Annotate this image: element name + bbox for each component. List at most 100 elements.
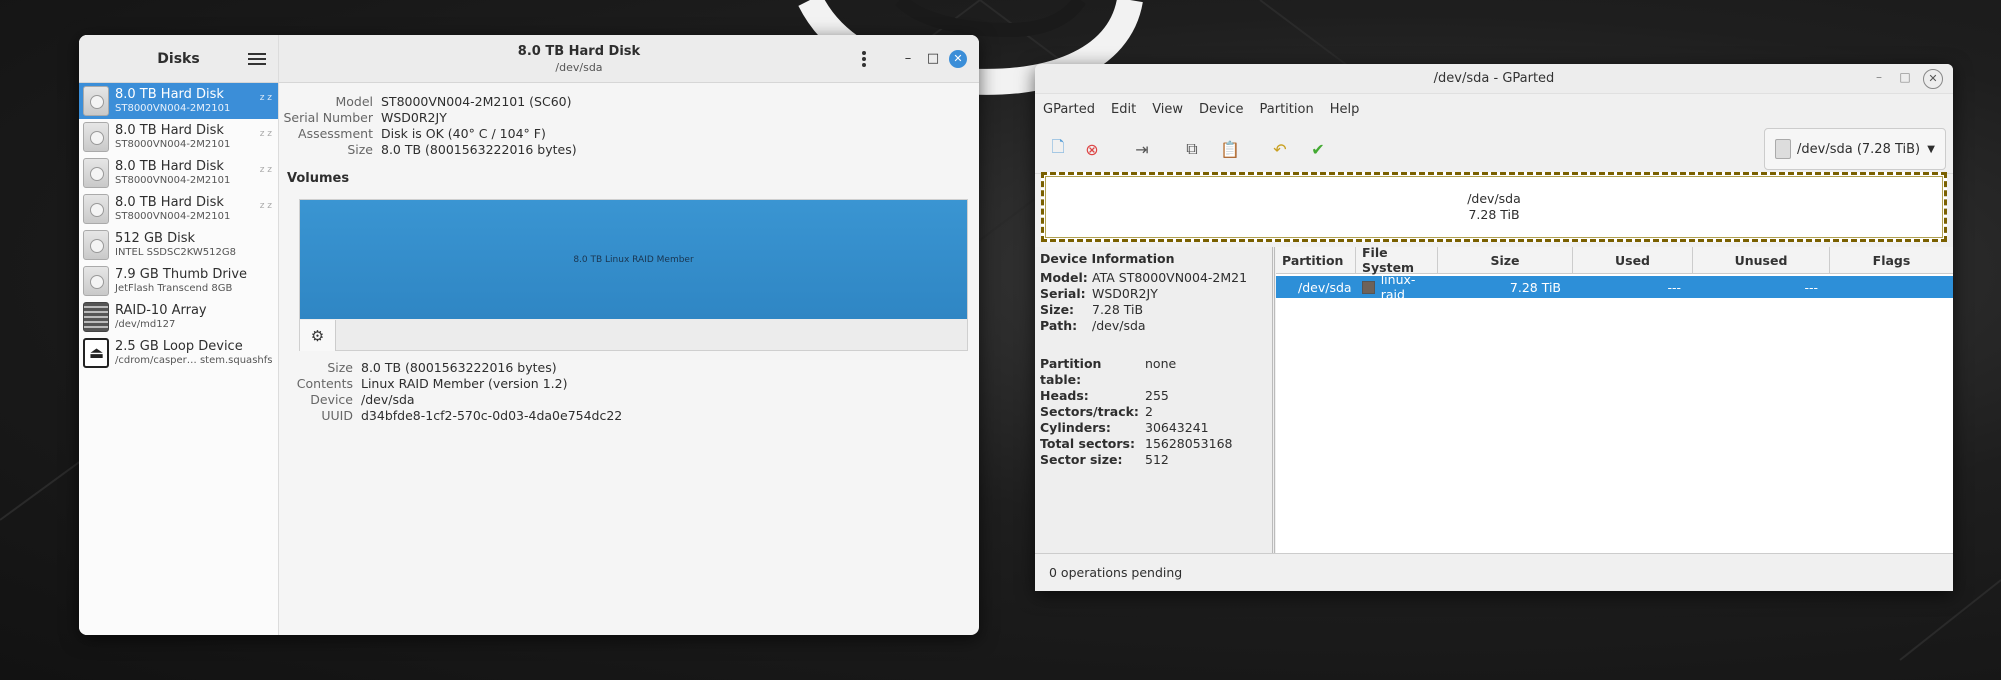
paste-icon[interactable]: 📋: [1219, 138, 1241, 160]
col-partition[interactable]: Partition: [1276, 247, 1356, 273]
drive-details-pane: 8.0 TB Hard Disk /dev/sda – □ ✕ Model ST8…: [279, 35, 979, 635]
drive-model: ST8000VN004-2M2101: [115, 102, 231, 114]
drive-item[interactable]: 7.9 GB Thumb Drive JetFlash Transcend 8GB: [79, 263, 278, 299]
drive-item[interactable]: 512 GB Disk INTEL SSDSC2KW512G8: [79, 227, 278, 263]
info-value: ATA ST8000VN004-2M21: [1092, 270, 1248, 285]
resize-move-icon[interactable]: ⇥: [1131, 138, 1153, 160]
prop-value: ST8000VN004-2M2101 (SC60): [381, 94, 572, 109]
status-bar: 0 operations pending: [1035, 553, 1953, 591]
table-row[interactable]: /dev/sda linux-raid 7.28 TiB --- ---: [1276, 272, 1953, 302]
drive-menu-icon[interactable]: [859, 49, 869, 69]
delete-icon[interactable]: ⊗: [1081, 138, 1103, 160]
prop-value: Linux RAID Member (version 1.2): [361, 376, 568, 391]
maximize-button[interactable]: □: [1897, 70, 1913, 84]
info-label: Model:: [1040, 270, 1088, 285]
info-label: Size:: [1040, 302, 1075, 317]
minimize-button[interactable]: –: [899, 50, 917, 68]
eject-icon: [83, 338, 109, 368]
info-value: 255: [1145, 388, 1169, 403]
close-button[interactable]: ✕: [949, 50, 967, 68]
col-size[interactable]: Size: [1438, 247, 1573, 273]
drive-name: 8.0 TB Hard Disk: [115, 87, 224, 103]
drive-path: /dev/sda: [555, 61, 603, 74]
cell-fs-label: linux-raid: [1380, 272, 1416, 302]
volume-segment[interactable]: 8.0 TB Linux RAID Member: [300, 200, 967, 319]
hamburger-menu-icon[interactable]: [248, 50, 266, 68]
hard-disk-icon: [83, 122, 109, 152]
drive-name: 8.0 TB Hard Disk: [115, 159, 224, 175]
partition-table: Partition File System Size Used Unused F…: [1276, 245, 1953, 553]
hard-disk-icon: [83, 158, 109, 188]
info-value: /dev/sda: [1092, 318, 1146, 333]
drive-item[interactable]: 2.5 GB Loop Device/cdrom/casper… stem.sq…: [79, 335, 278, 371]
drive-item[interactable]: 8.0 TB Hard Disk ST8000VN004-2M2101 z z: [79, 155, 278, 191]
menu-partition[interactable]: Partition: [1260, 102, 1314, 117]
device-selector-value: /dev/sda (7.28 TiB): [1797, 141, 1921, 157]
drive-name: 8.0 TB Hard Disk: [115, 123, 224, 139]
info-value: 30643241: [1145, 420, 1209, 435]
devinfo-heading: Device Information: [1040, 251, 1175, 266]
prop-value: d34bfde8-1cf2-570c-0d03-4da0e754dc22: [361, 408, 623, 423]
col-unused[interactable]: Unused: [1693, 247, 1830, 273]
volume-properties: Size 8.0 TB (8001563222016 bytes) Content…: [279, 360, 623, 424]
drive-item[interactable]: 8.0 TB Hard Disk ST8000VN004-2M2101 z z: [79, 119, 278, 155]
drive-item[interactable]: RAID-10 Array/dev/md127: [79, 299, 278, 335]
info-label: Partition table:: [1040, 356, 1102, 387]
prop-value: /dev/sda: [361, 392, 415, 407]
info-value: 15628053168: [1145, 436, 1233, 451]
apply-icon[interactable]: ✔: [1307, 138, 1329, 160]
prop-value: Disk is OK (40° C / 104° F): [381, 126, 546, 141]
usb-drive-icon: [83, 266, 109, 296]
drive-model: ST8000VN004-2M2101: [115, 138, 231, 150]
disk-graphic[interactable]: /dev/sda 7.28 TiB: [1041, 172, 1947, 242]
gparted-titlebar: /dev/sda - GParted – □ ✕: [1035, 64, 1953, 94]
close-button[interactable]: ✕: [1923, 69, 1943, 89]
sidebar-header: Disks: [79, 35, 278, 83]
volume-toolbar: ⚙: [300, 319, 967, 352]
volume-label: 8.0 TB Linux RAID Member: [573, 254, 694, 265]
drive-item[interactable]: 8.0 TB Hard Disk ST8000VN004-2M2101 z z: [79, 191, 278, 227]
drive-properties: Model ST8000VN004-2M2101 (SC60) Serial Nu…: [279, 94, 576, 158]
drive-model: JetFlash Transcend 8GB: [115, 282, 233, 294]
cell-fs: linux-raid: [1356, 272, 1438, 302]
maximize-button[interactable]: □: [924, 50, 942, 68]
col-used[interactable]: Used: [1573, 247, 1693, 273]
col-file-system[interactable]: File System: [1356, 245, 1438, 275]
drive-item[interactable]: 8.0 TB Hard Disk ST8000VN004-2M2101 z z: [79, 83, 278, 119]
info-label: Cylinders:: [1040, 420, 1111, 435]
menu-device[interactable]: Device: [1199, 102, 1243, 117]
menu-view[interactable]: View: [1152, 102, 1183, 117]
minimize-button[interactable]: –: [1871, 70, 1887, 84]
copy-icon[interactable]: ⧉: [1181, 138, 1203, 160]
gparted-window: /dev/sda - GParted – □ ✕ GParted Edit Vi…: [1035, 64, 1953, 591]
hard-disk-icon: [83, 194, 109, 224]
toolbar: 🗋 ⊗ ⇥ ⧉ 📋 ↶ ✔ /dev/sda (7.28 TiB) ▼: [1035, 124, 1953, 174]
status-text: 0 operations pending: [1049, 565, 1183, 580]
hard-disk-icon: [1775, 139, 1791, 159]
device-information-panel: Device Information Model: ATA ST8000VN004…: [1035, 247, 1275, 553]
menu-edit[interactable]: Edit: [1111, 102, 1136, 117]
sidebar-title: Disks: [157, 50, 200, 67]
drive-title: 8.0 TB Hard Disk: [517, 44, 641, 59]
menu-gparted[interactable]: GParted: [1043, 102, 1095, 117]
diskmap-size: 7.28 TiB: [1468, 207, 1520, 222]
drive-list: 8.0 TB Hard Disk ST8000VN004-2M2101 z z 8…: [79, 83, 278, 371]
volumes-heading: Volumes: [287, 171, 350, 186]
sleep-indicator-icon: z z: [259, 165, 272, 175]
drive-name: 8.0 TB Hard Disk: [115, 195, 224, 211]
prop-label: Serial Number: [283, 110, 373, 125]
table-header: Partition File System Size Used Unused F…: [1276, 245, 1953, 275]
menu-help[interactable]: Help: [1330, 102, 1360, 117]
info-label: Heads:: [1040, 388, 1089, 403]
menubar: GParted Edit View Device Partition Help: [1035, 94, 1953, 124]
device-selector[interactable]: /dev/sda (7.28 TiB) ▼: [1764, 128, 1946, 170]
drive-model: ST8000VN004-2M2101: [115, 210, 231, 222]
new-partition-icon[interactable]: 🗋: [1047, 137, 1069, 160]
undo-icon[interactable]: ↶: [1269, 138, 1291, 160]
col-flags[interactable]: Flags: [1830, 247, 1953, 273]
window-title: /dev/sda - GParted: [1433, 71, 1555, 86]
prop-label: UUID: [321, 408, 353, 423]
info-label: Serial:: [1040, 286, 1086, 301]
gear-icon[interactable]: ⚙: [300, 320, 336, 351]
info-value: 7.28 TiB: [1092, 302, 1144, 317]
